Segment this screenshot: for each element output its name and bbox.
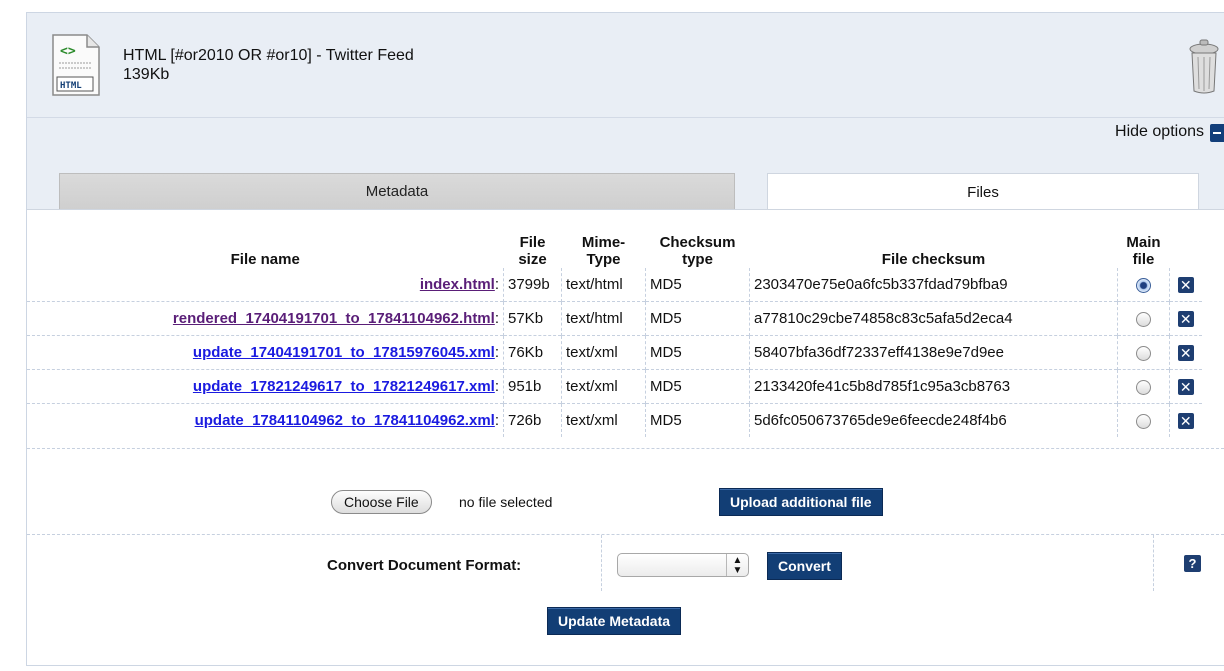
- col-delete: [1170, 232, 1202, 268]
- main-file-cell: [1117, 268, 1170, 302]
- svg-text:<>: <>: [60, 44, 76, 59]
- checksum-cell: a77810c29cbe74858c83c5afa5d2eca4: [749, 301, 1118, 336]
- main-file-cell: [1117, 403, 1170, 437]
- table-row: update_17821249617_to_17821249617.xml: 9…: [27, 369, 1202, 404]
- table-row: index.html: 3799b text/html MD5 2303470e…: [27, 268, 1202, 302]
- tab-files[interactable]: Files: [767, 173, 1199, 210]
- mime-type-cell: text/xml: [561, 369, 646, 404]
- collapse-icon[interactable]: [1210, 124, 1224, 142]
- delete-file-icon[interactable]: ✕: [1177, 379, 1194, 396]
- col-file-size: File size: [518, 234, 547, 268]
- file-size-cell: 3799b: [503, 268, 562, 302]
- main-file-cell: [1117, 335, 1170, 370]
- delete-cell: ✕: [1169, 403, 1202, 437]
- checksum-type-cell: MD5: [645, 403, 750, 437]
- file-link[interactable]: update_17821249617_to_17821249617.xml: [193, 378, 495, 395]
- delete-file-icon[interactable]: ✕: [1177, 413, 1194, 430]
- item-title: HTML [#or2010 OR #or10] - Twitter Feed: [123, 47, 414, 64]
- file-link[interactable]: update_17404191701_to_17815976045.xml: [193, 344, 495, 361]
- main-file-radio[interactable]: [1136, 311, 1151, 327]
- table-row: update_17404191701_to_17815976045.xml: 7…: [27, 335, 1202, 370]
- item-size: 139Kb: [123, 66, 170, 83]
- mime-type-cell: text/xml: [561, 403, 646, 437]
- file-name-cell: update_17404191701_to_17815976045.xml:: [27, 335, 504, 370]
- checksum-type-cell: MD5: [645, 268, 750, 302]
- delete-file-icon[interactable]: ✕: [1177, 345, 1194, 362]
- checksum-type-cell: MD5: [645, 369, 750, 404]
- main-file-cell: [1117, 369, 1170, 404]
- delete-cell: ✕: [1169, 301, 1202, 336]
- choose-file-button[interactable]: Choose File: [331, 490, 432, 514]
- update-metadata-button[interactable]: Update Metadata: [547, 607, 682, 635]
- checksum-cell: 58407bfa36df72337eff4138e9e7d9ee: [749, 335, 1118, 370]
- col-file-checksum: File checksum: [881, 251, 986, 268]
- file-name-cell: rendered_17404191701_to_17841104962.html…: [27, 301, 504, 336]
- convert-format-label: Convert Document Format:: [327, 557, 522, 574]
- delete-file-icon[interactable]: ✕: [1177, 277, 1194, 294]
- item-header: <> HTML HTML [#or2010 OR #or10] - Twitte…: [27, 13, 1224, 118]
- hide-options-link[interactable]: Hide options: [1115, 123, 1204, 141]
- tab-metadata[interactable]: Metadata: [59, 173, 735, 209]
- table-header-row: File name File size Mime- Type Checksum typ…: [27, 232, 1202, 268]
- file-link[interactable]: rendered_17404191701_to_17841104962.html: [173, 310, 495, 327]
- checksum-cell: 2303470e75e0a6fc5b337fdad79bfba9: [749, 268, 1118, 302]
- main-file-radio[interactable]: [1136, 345, 1151, 361]
- main-file-radio[interactable]: [1136, 379, 1151, 395]
- file-link[interactable]: update_17841104962_to_17841104962.xml: [195, 412, 495, 429]
- no-file-text: no file selected: [459, 494, 553, 510]
- select-arrows-icon: ▲ ▼: [726, 554, 748, 576]
- divider: [27, 448, 1224, 449]
- convert-button[interactable]: Convert: [767, 552, 842, 580]
- checksum-cell: 2133420fe41c5b8d785f1c95a3cb8763: [749, 369, 1118, 404]
- main-file-radio[interactable]: [1136, 413, 1151, 429]
- delete-cell: ✕: [1170, 268, 1202, 302]
- upload-additional-file-button[interactable]: Upload additional file: [719, 488, 883, 516]
- file-name-cell: index.html:: [27, 268, 504, 302]
- mime-type-cell: text/html: [561, 301, 646, 336]
- file-link[interactable]: index.html: [420, 276, 495, 293]
- mime-type-cell: text/html: [561, 268, 646, 302]
- col-checksum-type: Checksum type: [659, 234, 736, 268]
- files-table: File name File size Mime- Type Checksum typ…: [27, 232, 1202, 437]
- checksum-cell: 5d6fc050673765de9e6feecde248f4b6: [749, 403, 1118, 437]
- checksum-type-cell: MD5: [645, 301, 750, 336]
- trash-icon[interactable]: [1188, 37, 1220, 95]
- html-document-icon: <> HTML: [52, 34, 100, 96]
- delete-cell: ✕: [1169, 369, 1202, 404]
- file-name-cell: update_17841104962_to_17841104962.xml:: [27, 403, 504, 437]
- file-size-cell: 57Kb: [503, 301, 562, 336]
- col-main-file: Main file: [1126, 234, 1161, 268]
- main-file-radio[interactable]: [1136, 277, 1151, 293]
- delete-file-icon[interactable]: ✕: [1177, 311, 1194, 328]
- mime-type-cell: text/xml: [561, 335, 646, 370]
- file-size-cell: 951b: [503, 369, 562, 404]
- divider: [1153, 535, 1154, 591]
- svg-text:HTML: HTML: [60, 81, 82, 91]
- item-panel: <> HTML HTML [#or2010 OR #or10] - Twitte…: [26, 12, 1224, 666]
- format-select[interactable]: ▲ ▼: [617, 553, 749, 577]
- checksum-type-cell: MD5: [645, 335, 750, 370]
- col-mime-type: Mime- Type: [581, 234, 626, 268]
- help-icon[interactable]: ?: [1184, 555, 1201, 572]
- col-file-name: File name: [230, 251, 300, 268]
- file-size-cell: 76Kb: [503, 335, 562, 370]
- file-size-cell: 726b: [503, 403, 562, 437]
- divider: [27, 534, 1224, 535]
- files-panel: File name File size Mime- Type Checksum typ…: [27, 209, 1224, 665]
- file-name-cell: update_17821249617_to_17821249617.xml:: [27, 369, 504, 404]
- delete-cell: ✕: [1169, 335, 1202, 370]
- divider: [601, 535, 602, 591]
- table-row: update_17841104962_to_17841104962.xml: 7…: [27, 403, 1202, 437]
- main-file-cell: [1117, 301, 1170, 336]
- table-row: rendered_17404191701_to_17841104962.html…: [27, 301, 1202, 336]
